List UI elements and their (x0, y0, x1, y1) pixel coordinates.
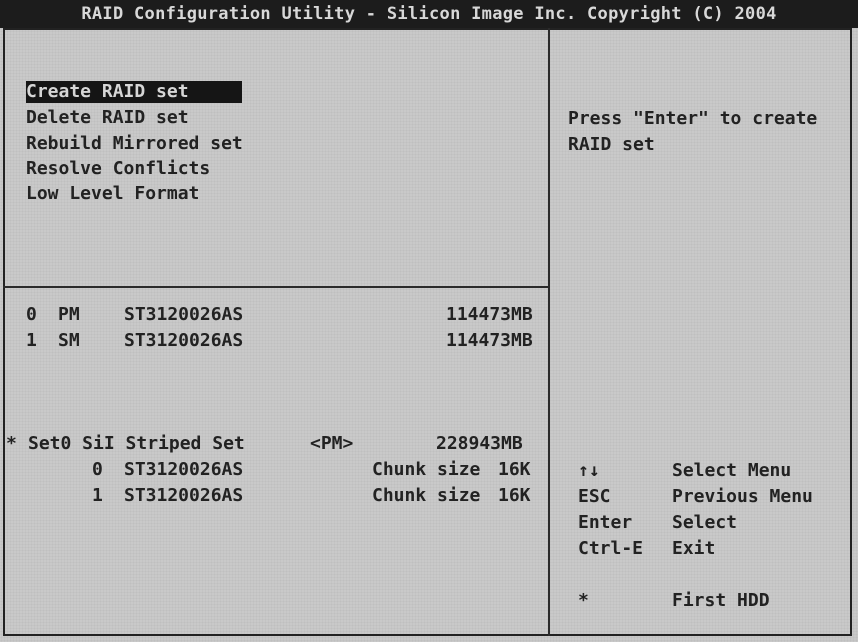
member-chunk-label: Chunk size (372, 459, 481, 480)
drive-index: 1 (26, 330, 37, 351)
title-bar: RAID Configuration Utility - Silicon Ima… (0, 0, 858, 28)
bios-screen: RAID Configuration Utility - Silicon Ima… (0, 0, 858, 642)
drive-size: 114473MB (446, 330, 533, 351)
menu-item-delete-raid-set[interactable]: Delete RAID set (26, 107, 189, 129)
key-action: Select (672, 512, 738, 533)
key-name: ESC (578, 486, 611, 507)
drive-role: PM (58, 304, 80, 325)
member-index: 0 (92, 459, 103, 480)
legend-marker: * (578, 590, 589, 611)
menu-item-rebuild-mirrored-set[interactable]: Rebuild Mirrored set (26, 133, 243, 155)
arrow-keys-icon: ↑↓ (578, 460, 600, 481)
member-chunk-size: 16K (498, 459, 531, 480)
member-chunk-label: Chunk size (372, 485, 481, 506)
legend-text: First HDD (672, 590, 770, 611)
key-action: Select Menu (672, 460, 792, 481)
raid-set-size: 228943MB (436, 433, 523, 454)
drive-size: 114473MB (446, 304, 533, 325)
member-model: ST3120026AS (124, 485, 244, 506)
member-model: ST3120026AS (124, 459, 244, 480)
key-name: Enter (578, 512, 633, 533)
key-name: Ctrl-E (578, 538, 644, 559)
menu-item-low-level-format[interactable]: Low Level Format (26, 183, 199, 205)
menu-item-resolve-conflicts[interactable]: Resolve Conflicts (26, 158, 210, 180)
vertical-divider (548, 28, 550, 636)
drive-model: ST3120026AS (124, 304, 244, 325)
member-chunk-size: 16K (498, 485, 531, 506)
key-action: Exit (672, 538, 716, 559)
key-action: Previous Menu (672, 486, 813, 507)
drive-index: 0 (26, 304, 37, 325)
menu-item-create-raid-set[interactable]: Create RAID set (26, 81, 242, 103)
member-index: 1 (92, 485, 103, 506)
help-text: Press "Enter" to create RAID set (568, 108, 818, 155)
drive-role: SM (58, 330, 80, 351)
raid-set-role: <PM> (310, 433, 354, 454)
raid-set-name: Set0 SiI Striped Set (28, 433, 245, 454)
first-hdd-marker: * (6, 433, 17, 454)
horizontal-divider (3, 286, 549, 288)
drive-model: ST3120026AS (124, 330, 244, 351)
